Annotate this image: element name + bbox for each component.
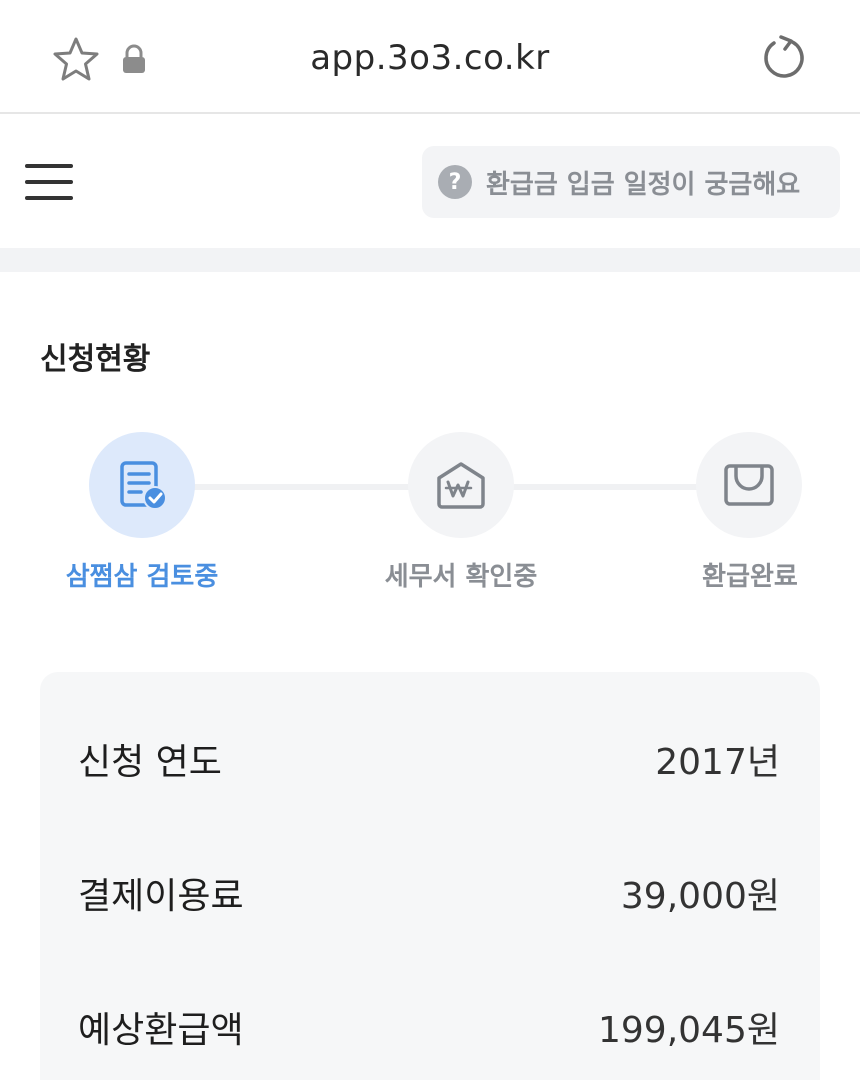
section-title: 신청현황 (40, 342, 151, 377)
help-label: 환급금 입금 일정이 궁금해요 (486, 169, 801, 200)
step-label-tax-office: 세무서 확인중 (384, 562, 538, 592)
detail-key: 결제이용료 (78, 876, 244, 917)
won-house-icon (437, 462, 485, 509)
wallet-icon (724, 464, 774, 506)
browser-url-bar: app.3o3.co.kr (0, 0, 860, 114)
question-icon: ? (438, 165, 472, 199)
step-label-complete: 환급완료 (702, 562, 798, 592)
document-check-icon (120, 461, 167, 510)
detail-value: 2017년 (655, 742, 780, 783)
step-label-review: 삼쩜삼 검토중 (65, 562, 219, 592)
step-connector (192, 484, 410, 490)
menu-icon[interactable] (25, 164, 73, 200)
detail-row: 예상환급액 199,045원 (78, 1002, 780, 1052)
step-complete (696, 432, 802, 538)
detail-row: 신청 연도 2017년 (78, 734, 780, 784)
detail-row: 결제이용료 39,000원 (78, 868, 780, 918)
step-connector (512, 484, 698, 490)
application-details-card: 신청 연도 2017년 결제이용료 39,000원 예상환급액 199,045원 (40, 672, 820, 1080)
detail-value: 199,045원 (598, 1010, 780, 1051)
detail-value: 39,000원 (620, 876, 780, 917)
reload-icon[interactable] (760, 34, 808, 82)
url-text[interactable]: app.3o3.co.kr (0, 38, 860, 78)
section-divider (0, 248, 860, 272)
step-tax-office (408, 432, 514, 538)
refund-schedule-help-button[interactable]: ? 환급금 입금 일정이 궁금해요 (422, 146, 840, 218)
app-header: ? 환급금 입금 일정이 궁금해요 (0, 116, 860, 248)
detail-key: 신청 연도 (78, 742, 222, 783)
step-review (89, 432, 195, 538)
detail-key: 예상환급액 (78, 1010, 244, 1051)
